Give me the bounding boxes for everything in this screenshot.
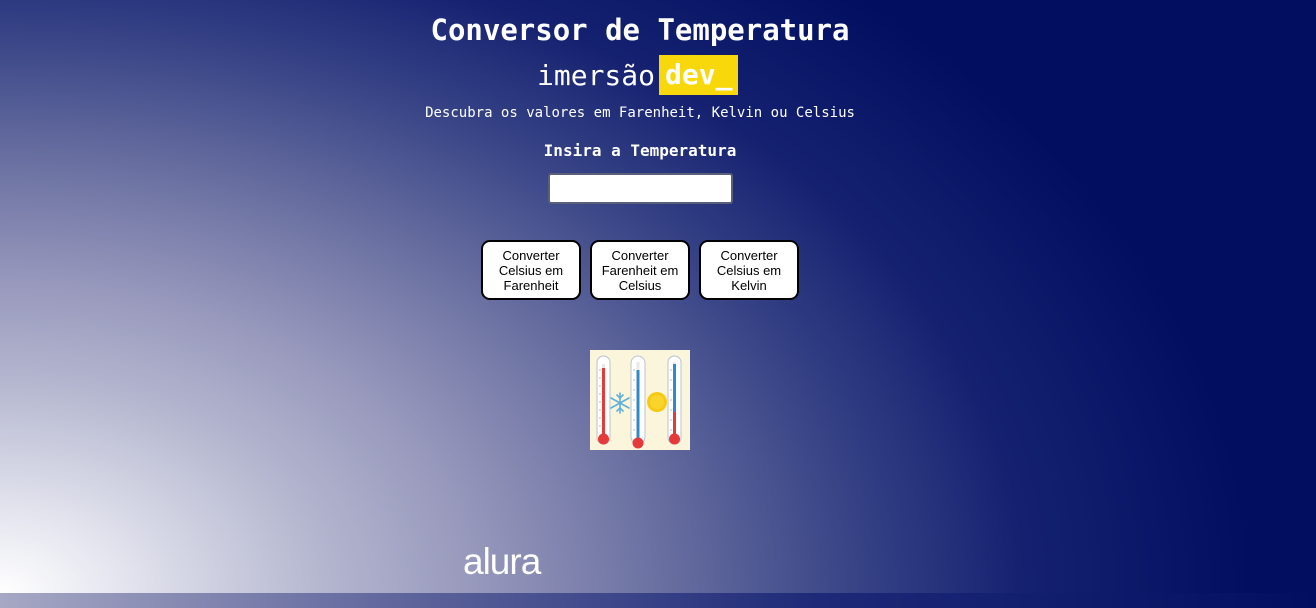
- temperature-input[interactable]: [548, 173, 733, 204]
- imersao-dev-logo: imersão dev_: [537, 55, 739, 95]
- thermometer-icon: [667, 355, 682, 445]
- thermometers-icon: [596, 355, 682, 449]
- celsius-to-kelvin-button[interactable]: Converter Celsius em Kelvin: [699, 240, 799, 300]
- fahrenheit-to-celsius-button[interactable]: Converter Farenheit em Celsius: [590, 240, 690, 300]
- thermometer-icon: [630, 355, 646, 449]
- input-label: Insira a Temperatura: [543, 141, 737, 160]
- thermometers-image: [590, 350, 690, 450]
- page-subtitle: Descubra os valores em Farenheit, Kelvin…: [425, 105, 855, 121]
- brand-highlight: dev_: [659, 55, 739, 95]
- page-title: Conversor de Temperatura: [430, 13, 850, 47]
- snowflake-icon: [610, 392, 630, 414]
- sun-icon: [647, 392, 667, 412]
- brand-word: imersão: [537, 58, 656, 92]
- alura-logo: alura: [463, 541, 541, 582]
- celsius-to-fahrenheit-button[interactable]: Converter Celsius em Farenheit: [481, 240, 581, 300]
- bottom-strip: [0, 593, 1316, 608]
- thermometer-icon: [596, 355, 611, 445]
